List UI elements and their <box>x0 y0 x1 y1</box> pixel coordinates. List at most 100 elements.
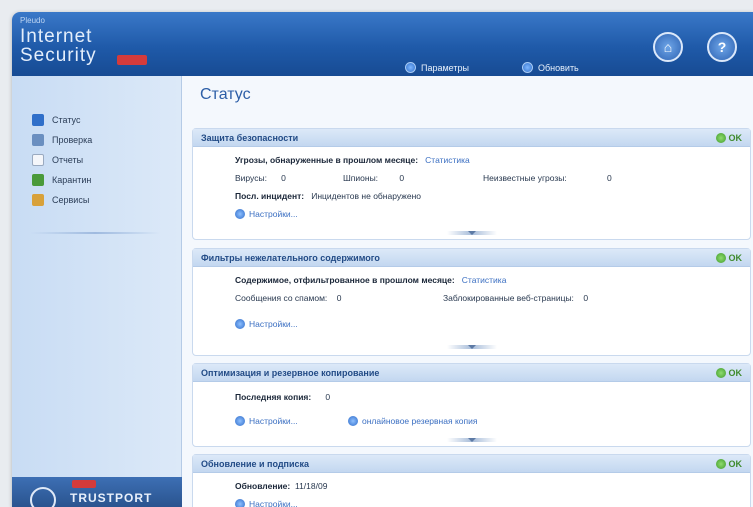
sidebar-item-scan[interactable]: Проверка <box>32 134 92 146</box>
settings-link-label: Настройки... <box>249 416 298 426</box>
settings-icon <box>405 62 416 73</box>
settings-link-label: Настройки... <box>249 499 298 507</box>
settings-link[interactable]: Настройки... <box>235 499 298 507</box>
sidebar-item-services[interactable]: Сервисы <box>32 194 89 206</box>
sidebar-item-label: Проверка <box>52 135 93 145</box>
viruses-label: Вирусы: <box>235 173 267 183</box>
panel-content-filters: Фильтры нежелательного содержимого OK Со… <box>192 248 751 356</box>
ok-check-icon <box>715 367 726 378</box>
viruses-stat: Вирусы: 0 <box>235 173 286 183</box>
ok-check-icon <box>715 132 726 143</box>
title-bar: Pleudo Internet Security Параметры Обнов… <box>12 12 753 76</box>
panel-security-protection: Защита безопасности OK Угрозы, обнаружен… <box>192 128 751 240</box>
settings-link-icon <box>235 499 245 507</box>
brand-small-text: Pleudo <box>20 16 45 25</box>
spyware-label: Шпионы: <box>343 173 379 183</box>
settings-link[interactable]: Настройки... <box>235 319 298 329</box>
settings-button-label: Параметры <box>421 62 469 73</box>
page-title: Статус <box>200 86 251 103</box>
panel-title: Фильтры нежелательного содержимого <box>201 252 380 263</box>
spyware-value: 0 <box>399 173 405 183</box>
spam-label: Сообщения со спамом: <box>235 293 328 303</box>
sidebar-item-quarantine[interactable]: Карантин <box>32 174 91 186</box>
unknown-threats-label: Неизвестные угрозы: <box>483 173 567 183</box>
chevron-down-icon <box>467 231 476 235</box>
last-backup-line: Последняя копия: 0 <box>235 392 330 402</box>
panel-update-subscription: Обновление и подписка OK Обновление: 11/… <box>192 454 751 507</box>
chevron-down-icon <box>467 438 476 442</box>
statistics-link[interactable]: Статистика <box>462 275 507 285</box>
settings-link-label: Настройки... <box>249 209 298 219</box>
panel-header: Защита безопасности OK <box>193 129 750 147</box>
settings-button[interactable]: Параметры <box>405 62 469 73</box>
online-backup-link[interactable]: онлайновое резервная копия <box>348 416 477 426</box>
footer-logo-text: TRUSTPORT <box>70 491 153 505</box>
blocked-pages-value: 0 <box>583 293 589 303</box>
main-content: Статус Защита безопасности OK Угрозы, об… <box>182 76 753 507</box>
spam-stat: Сообщения со спамом: 0 <box>235 293 341 303</box>
home-button[interactable]: ⌂ <box>653 32 683 62</box>
update-icon <box>522 62 533 73</box>
settings-link-label: Настройки... <box>249 319 298 329</box>
sidebar-footer-logo: TRUSTPORT <box>12 477 182 507</box>
scan-icon <box>32 134 44 146</box>
logo-badge <box>72 480 96 488</box>
settings-link-icon <box>235 319 245 329</box>
filtered-line: Содержимое, отфильтрованное в прошлом ме… <box>235 275 506 285</box>
filtered-label: Содержимое, отфильтрованное в прошлом ме… <box>235 275 455 285</box>
update-button-label: Обновить <box>538 62 579 73</box>
reports-icon <box>32 154 44 166</box>
panel-title: Защита безопасности <box>201 132 299 143</box>
sidebar-item-status[interactable]: Статус <box>32 114 80 126</box>
status-badge: OK <box>715 458 743 469</box>
panel-optimization-backup: Оптимизация и резервное копирование OK П… <box>192 363 751 447</box>
status-badge: OK <box>715 367 743 378</box>
chevron-down-icon <box>467 345 476 349</box>
status-badge-label: OK <box>728 367 743 378</box>
sidebar: Статус Проверка Отчеты Карантин Сервисы … <box>12 76 182 507</box>
statistics-link[interactable]: Статистика <box>425 155 470 165</box>
last-incident-line: Посл. инцидент: Инцидентов не обнаружено <box>235 191 421 201</box>
logo-circle-icon <box>30 487 56 507</box>
sidebar-divider <box>30 232 160 234</box>
sidebar-item-label: Статус <box>52 115 81 125</box>
update-button[interactable]: Обновить <box>522 62 579 73</box>
last-backup-label: Последняя копия: <box>235 392 312 402</box>
update-line: Обновление: 11/18/09 <box>235 481 327 491</box>
services-icon <box>32 194 44 206</box>
sidebar-item-label: Карантин <box>52 175 92 185</box>
quarantine-icon <box>32 174 44 186</box>
app-window: Pleudo Internet Security Параметры Обнов… <box>12 12 753 507</box>
last-incident-value: Инцидентов не обнаружено <box>311 191 422 201</box>
ok-check-icon <box>715 458 726 469</box>
settings-link-icon <box>235 416 245 426</box>
settings-link[interactable]: Настройки... <box>235 416 298 426</box>
help-icon: ? <box>717 39 727 55</box>
sidebar-item-label: Отчеты <box>52 155 84 165</box>
sidebar-item-label: Сервисы <box>52 195 90 205</box>
update-label: Обновление: <box>235 481 291 491</box>
help-button[interactable]: ? <box>707 32 737 62</box>
spyware-stat: Шпионы: 0 <box>343 173 404 183</box>
panel-header: Фильтры нежелательного содержимого OK <box>193 249 750 267</box>
blocked-pages-label: Заблокированные веб-страницы: <box>443 293 574 303</box>
last-backup-value: 0 <box>325 392 331 402</box>
home-icon: ⌂ <box>663 39 673 55</box>
status-badge: OK <box>715 132 743 143</box>
panel-header: Обновление и подписка OK <box>193 455 750 473</box>
panel-title: Оптимизация и резервное копирование <box>201 367 380 378</box>
settings-link-icon <box>235 209 245 219</box>
settings-link[interactable]: Настройки... <box>235 209 298 219</box>
status-icon <box>32 114 44 126</box>
status-badge-label: OK <box>728 132 743 143</box>
status-badge: OK <box>715 252 743 263</box>
status-badge-label: OK <box>728 252 743 263</box>
panel-title: Обновление и подписка <box>201 458 310 469</box>
unknown-threats-stat: Неизвестные угрозы: 0 <box>483 173 612 183</box>
spam-value: 0 <box>336 293 342 303</box>
viruses-value: 0 <box>281 173 286 183</box>
status-badge-label: OK <box>728 458 743 469</box>
brand-title-line2: Security <box>20 45 97 66</box>
blocked-pages-stat: Заблокированные веб-страницы: 0 <box>443 293 588 303</box>
sidebar-item-reports[interactable]: Отчеты <box>32 154 83 166</box>
